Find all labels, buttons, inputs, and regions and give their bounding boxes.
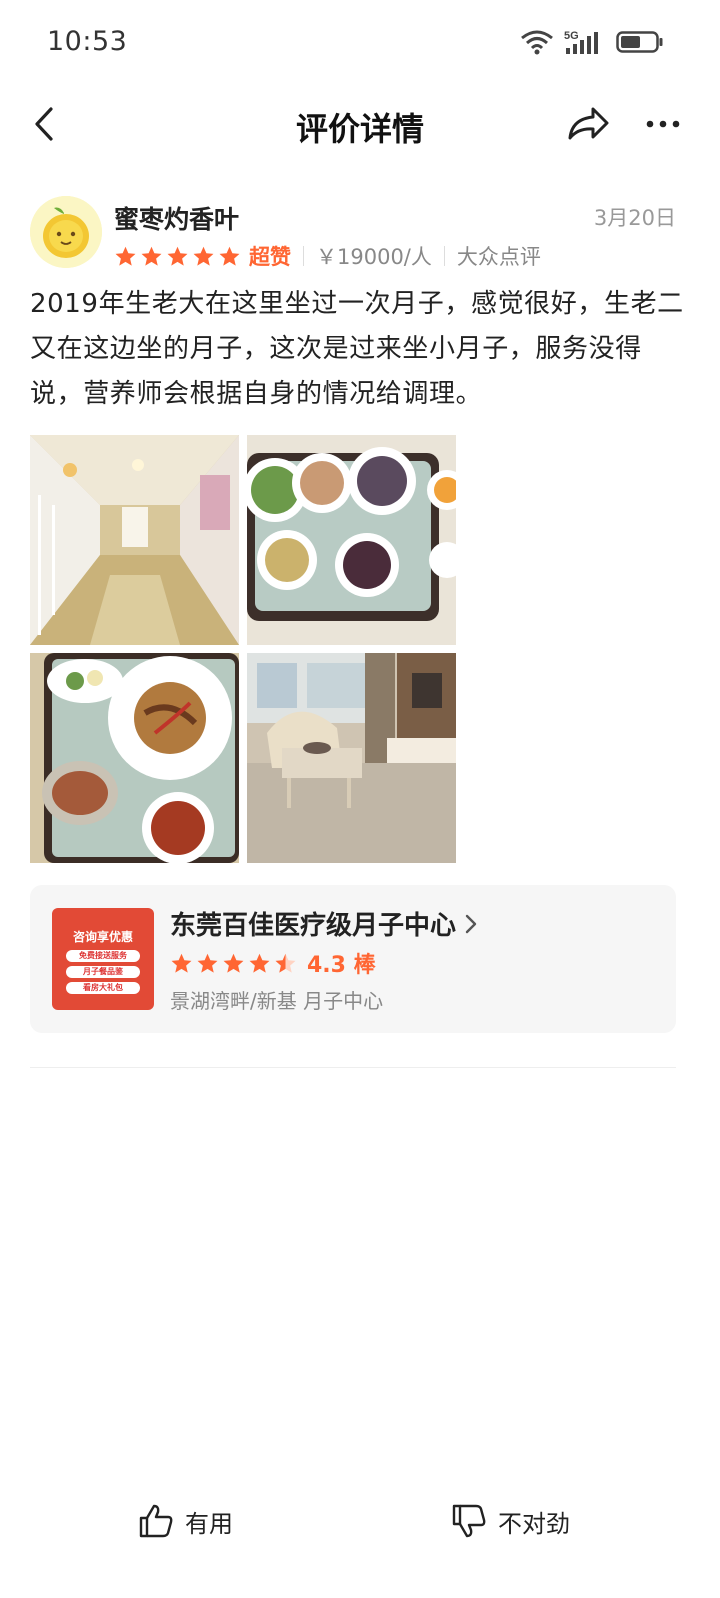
shop-name-label: 东莞百佳医疗级月子中心 [170, 911, 457, 941]
star-icon [171, 953, 192, 973]
living-room-photo[interactable] [247, 653, 456, 863]
divider [303, 246, 304, 266]
review-date: 3月20日 [593, 206, 676, 230]
nav-bar: 评价详情 [0, 86, 720, 166]
more-button[interactable] [640, 102, 686, 146]
bottom-action-bar: 有用 不对劲 [0, 1490, 720, 1560]
shop-stars [170, 952, 297, 975]
network-label: 5G [564, 30, 579, 42]
half-star-icon [275, 953, 296, 973]
status-time: 10:53 [47, 26, 128, 57]
star-icon [197, 953, 218, 973]
thumb-item: 月子餐品鉴 [66, 966, 140, 978]
star-icon [223, 953, 244, 973]
shop-name[interactable]: 东莞百佳医疗级月子中心 [170, 905, 478, 942]
shop-rating: 4.3 棒 [170, 947, 376, 979]
divider [443, 246, 445, 266]
thumbs-down-icon [452, 1504, 486, 1538]
not-right-button[interactable]: 不对劲 [450, 1502, 570, 1540]
review-stars [114, 245, 241, 268]
star-icon [115, 246, 136, 266]
photo-grid [30, 435, 456, 863]
status-bar: 10:53 5G [0, 0, 720, 86]
chevron-right-icon [465, 914, 477, 933]
page-title: 评价详情 [295, 110, 424, 148]
thumb-banner: 咨询享优惠 [72, 930, 133, 944]
star-icon [141, 246, 162, 266]
thumb-item: 免费接送服务 [66, 950, 140, 962]
useful-button[interactable]: 有用 [137, 1502, 233, 1540]
share-arrow-icon [568, 107, 609, 140]
star-icon [249, 953, 270, 973]
price-per-person: ￥19000/人 [316, 245, 432, 269]
thumbs-up-icon [139, 1504, 173, 1538]
meal-tray-photo[interactable] [247, 435, 456, 645]
shop-thumbnail: 咨询享优惠 免费接送服务 月子餐品鉴 看房大礼包 [52, 908, 154, 1010]
review-text: 2019年生老大在这里坐过一次月子，感觉很好，生老二又在这边坐的月子，这次是过来… [30, 289, 684, 409]
shop-card[interactable]: 咨询享优惠 免费接送服务 月子餐品鉴 看房大礼包 东莞百佳医疗级月子中心 4.3… [30, 885, 676, 1033]
rating-word: 超赞 [249, 245, 291, 269]
shop-score: 4.3 棒 [307, 953, 376, 978]
pasta-meal-photo[interactable] [30, 653, 239, 863]
useful-label: 有用 [185, 1509, 233, 1538]
thumb-item: 看房大礼包 [66, 982, 140, 994]
more-dots-icon [646, 120, 680, 128]
shop-location: 景湖湾畔/新基 月子中心 [170, 989, 384, 1013]
star-icon [167, 246, 188, 266]
wifi-icon [521, 30, 553, 55]
not-right-label: 不对劲 [498, 1509, 570, 1538]
review-meta: 超赞 ￥19000/人 大众点评 [114, 242, 541, 270]
user-name[interactable]: 蜜枣灼香叶 [114, 200, 239, 236]
status-icons: 5G [520, 28, 664, 56]
signal-icon: 5G [564, 30, 598, 54]
star-icon [193, 246, 214, 266]
lemon-avatar-icon [30, 196, 102, 268]
review-source: 大众点评 [456, 245, 541, 269]
share-button[interactable] [564, 102, 612, 146]
hallway-photo[interactable] [30, 435, 239, 645]
star-icon [219, 246, 240, 266]
avatar[interactable] [30, 196, 102, 268]
battery-icon [616, 31, 663, 53]
divider [30, 1067, 676, 1068]
